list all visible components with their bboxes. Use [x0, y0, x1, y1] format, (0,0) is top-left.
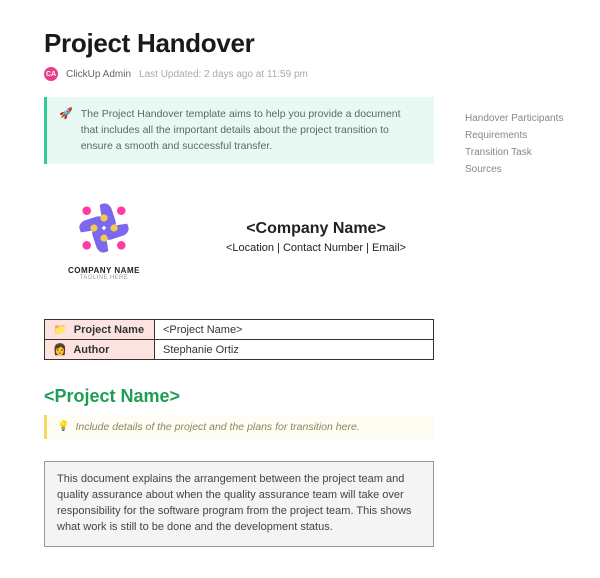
sidebar-item-sources[interactable]: Sources: [465, 161, 580, 178]
value-project-name[interactable]: <Project Name>: [155, 320, 434, 340]
label-project-name: 📁 Project Name: [45, 320, 155, 340]
logo-tagline: TAGLINE HERE: [44, 275, 164, 281]
person-icon: 👩: [53, 344, 67, 356]
folder-icon: 📁: [53, 324, 67, 336]
company-contact-placeholder[interactable]: <Location | Contact Number | Email>: [198, 242, 434, 254]
table-row: 👩 Author Stephanie Ortiz: [45, 340, 434, 360]
hint-callout: 💡 Include details of the project and the…: [44, 415, 434, 439]
project-info-table: 📁 Project Name <Project Name> 👩 Author S…: [44, 319, 434, 360]
logo-icon: [68, 192, 140, 264]
table-row: 📁 Project Name <Project Name>: [45, 320, 434, 340]
sidebar-item-requirements[interactable]: Requirements: [465, 127, 580, 144]
outline-sidebar: Handover Participants Requirements Trans…: [465, 110, 580, 178]
lightbulb-icon: 💡: [57, 421, 69, 433]
rocket-icon: 🚀: [59, 107, 73, 154]
company-header: COMPANY NAME TAGLINE HERE <Company Name>…: [44, 192, 434, 281]
value-author[interactable]: Stephanie Ortiz: [155, 340, 434, 360]
avatar: CA: [44, 67, 58, 81]
sidebar-item-handover-participants[interactable]: Handover Participants: [465, 110, 580, 127]
section-heading-project-name: <Project Name>: [44, 386, 570, 407]
hint-text: Include details of the project and the p…: [75, 421, 359, 433]
last-updated: Last Updated: 2 days ago at 11:59 pm: [139, 69, 308, 80]
company-name-placeholder[interactable]: <Company Name>: [198, 220, 434, 238]
sidebar-item-transition-task[interactable]: Transition Task: [465, 144, 580, 161]
doc-meta: CA ClickUp Admin Last Updated: 2 days ag…: [44, 67, 570, 81]
intro-callout: 🚀 The Project Handover template aims to …: [44, 97, 434, 164]
description-box[interactable]: This document explains the arrangement b…: [44, 461, 434, 547]
logo-text: COMPANY NAME: [44, 266, 164, 275]
page-title: Project Handover: [44, 28, 570, 59]
callout-text: The Project Handover template aims to he…: [81, 107, 420, 154]
author-name: ClickUp Admin: [66, 69, 131, 80]
label-author: 👩 Author: [45, 340, 155, 360]
label-text: Project Name: [74, 324, 144, 336]
label-text: Author: [73, 344, 109, 356]
company-logo: COMPANY NAME TAGLINE HERE: [44, 192, 164, 281]
